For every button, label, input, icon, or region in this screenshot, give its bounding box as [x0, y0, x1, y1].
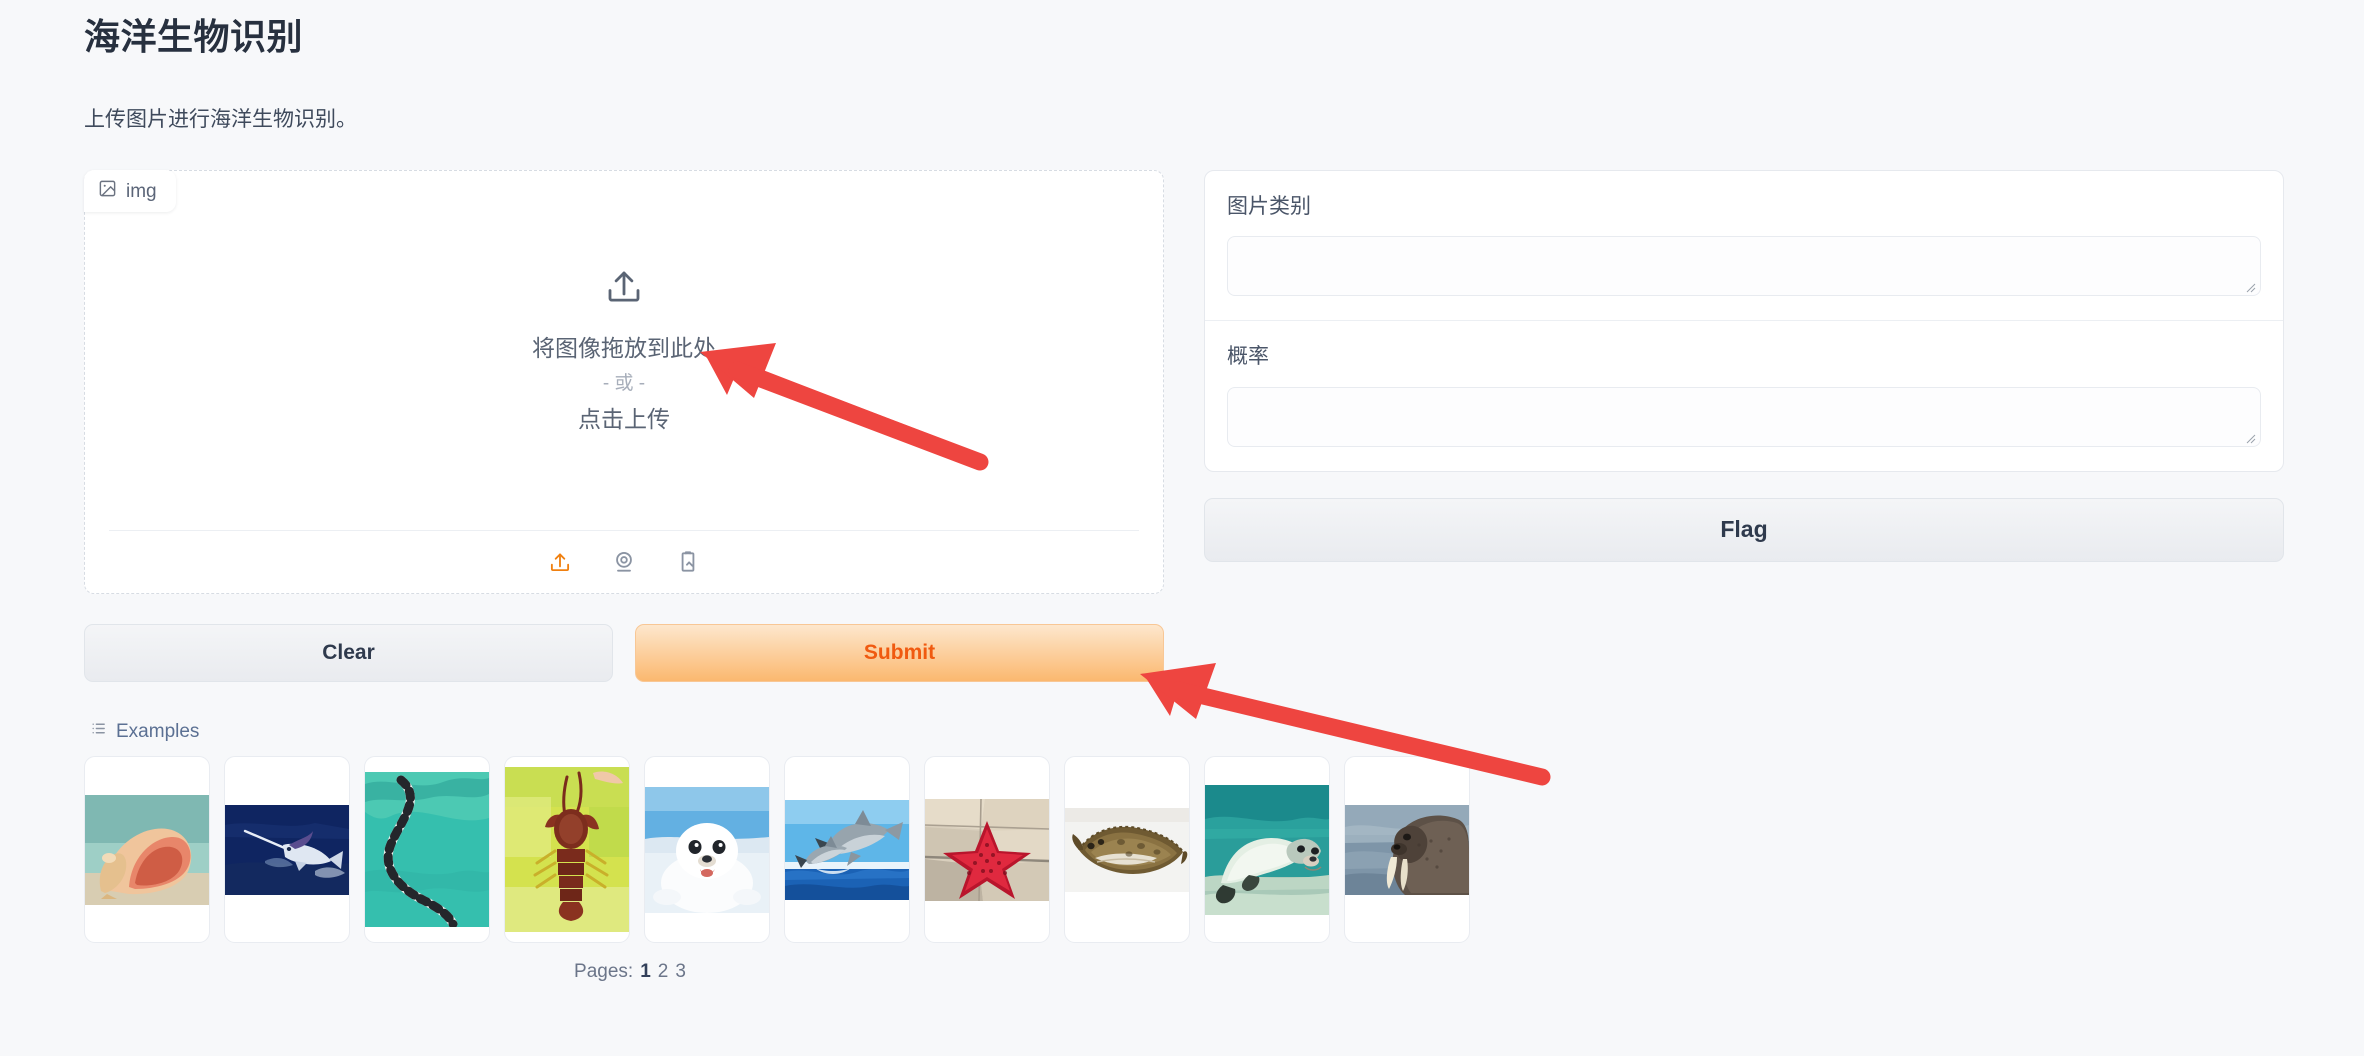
conch-shell-thumbnail [85, 794, 209, 905]
flag-button[interactable]: Flag [1204, 497, 2284, 562]
examples-section: Examples Pages: 1 2 3 [84, 720, 1470, 983]
output-card: 图片类别 概率 [1204, 170, 2284, 472]
submit-button[interactable]: Submit [635, 624, 1164, 683]
example-harp-seal-pup[interactable] [644, 756, 770, 944]
page-number-2[interactable]: 2 [658, 961, 669, 983]
upload-source-button[interactable] [545, 547, 575, 577]
walrus-thumbnail [1345, 804, 1469, 895]
dolphins-thumbnail [785, 799, 909, 900]
example-conch-shell-on-beach[interactable] [84, 756, 210, 944]
main-columns: img 将图像拖放到此处 - 或 - 点击上传 Clear Submit Exa… [84, 170, 2284, 983]
input-column: img 将图像拖放到此处 - 或 - 点击上传 Clear Submit Exa… [84, 170, 1470, 983]
example-dolphins-jumping[interactable] [784, 756, 910, 944]
marlin-thumbnail [225, 804, 349, 895]
image-source-bar [109, 530, 1139, 593]
example-flounder-flatfish[interactable] [1064, 756, 1190, 944]
drop-zone-primary-text: 将图像拖放到此处 [532, 335, 716, 362]
list-icon [90, 720, 107, 742]
app-root: 海洋生物识别 上传图片进行海洋生物识别。 img 将图像拖放到此处 - 或 - … [0, 0, 2364, 1056]
output-label-category: 图片类别 [1227, 195, 1311, 219]
sea-snake-thumbnail [365, 772, 489, 928]
output-column: 图片类别 概率 Flag [1204, 170, 2284, 562]
output-textarea-category[interactable] [1227, 236, 2261, 297]
flounder-thumbnail [1065, 807, 1189, 892]
output-label-probability: 概率 [1227, 345, 1269, 369]
image-icon [98, 179, 117, 203]
example-spiny-lobster[interactable] [504, 756, 630, 944]
resize-grip-icon[interactable] [2244, 281, 2256, 293]
clear-button[interactable]: Clear [84, 624, 613, 683]
examples-title: Examples [116, 720, 200, 742]
resize-grip-icon[interactable] [2244, 432, 2256, 444]
upload-arrow-icon [603, 266, 645, 313]
clipboard-image-source-button[interactable] [673, 547, 703, 577]
examples-row [84, 756, 1470, 944]
starfish-thumbnail [925, 798, 1049, 901]
lobster-thumbnail [505, 767, 629, 933]
image-tab-label: img [126, 180, 157, 202]
drop-zone-or-text: - 或 - [602, 372, 646, 394]
action-buttons-row: Clear Submit [84, 624, 1164, 683]
pages-label: Pages: [574, 961, 634, 983]
webcam-source-button[interactable] [609, 547, 639, 577]
example-sea-lion-underwater[interactable] [1204, 756, 1330, 944]
examples-header: Examples [90, 720, 1164, 742]
page-subtitle: 上传图片进行海洋生物识别。 [84, 107, 357, 131]
page-number-1[interactable]: 1 [640, 961, 651, 983]
page-title: 海洋生物识别 [84, 16, 304, 57]
seal-pup-thumbnail [645, 786, 769, 913]
image-tab[interactable]: img [84, 170, 176, 213]
example-marlin-leaping[interactable] [224, 756, 350, 944]
output-group-probability: 概率 [1205, 320, 2283, 470]
sea-lion-thumbnail [1205, 784, 1329, 915]
example-red-starfish-on-rock[interactable] [924, 756, 1050, 944]
output-group-category: 图片类别 [1205, 171, 2283, 320]
drop-zone-click-text: 点击上传 [578, 405, 670, 432]
image-input-block: img 将图像拖放到此处 - 或 - 点击上传 [84, 170, 1164, 595]
page-number-3[interactable]: 3 [675, 961, 686, 983]
example-walrus-in-sea[interactable] [1344, 756, 1470, 944]
output-textarea-probability[interactable] [1227, 386, 2261, 447]
examples-pagination: Pages: 1 2 3 [90, 961, 1170, 983]
example-sea-snake-in-water[interactable] [364, 756, 490, 944]
drop-zone[interactable]: 将图像拖放到此处 - 或 - 点击上传 [85, 171, 1163, 531]
